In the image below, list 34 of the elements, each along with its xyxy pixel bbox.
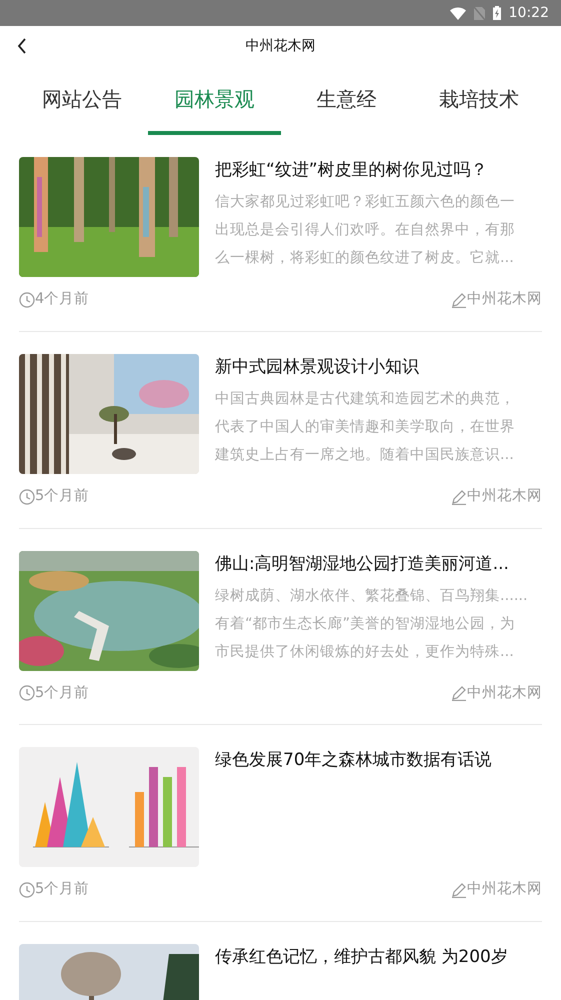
article-time: 5个月前: [35, 880, 90, 900]
category-tab[interactable]: 栽培技术: [412, 66, 545, 135]
article-title[interactable]: 绿色发展70年之森林城市数据有话说: [215, 748, 492, 772]
article-summary: 信大家都见过彩虹吧？彩虹五颜六色的颜色一出现总是会引得人们欢呼。在自然界中，有那么一棵树，将彩虹的颜色纹进了树皮。它就...: [215, 192, 516, 268]
article-author: 中州花木网: [467, 880, 542, 900]
article-time: 4个月前: [35, 290, 90, 309]
clock-icon: [19, 292, 35, 308]
wifi-icon: [450, 6, 466, 20]
no-sim-icon: [474, 6, 485, 20]
pencil-icon: [451, 685, 467, 702]
status-time: 10:22: [508, 4, 549, 22]
article-author: 中州花木网: [467, 486, 542, 506]
article-title[interactable]: 佛山:高明智湖湿地公园打造美丽河道...: [215, 552, 528, 576]
clock-icon: [19, 685, 35, 702]
pencil-icon: [451, 882, 467, 898]
article-title[interactable]: 新中式园林景观设计小知识: [215, 354, 528, 379]
battery-charging-icon: [492, 6, 501, 20]
article-summary: 中国古典园林是古代建筑和造园艺术的典范，代表了中国人的审美情趣和美学取向，在世界建筑史上占有一席之地。随着中国民族意识...: [215, 390, 516, 465]
article-time: 5个月前: [35, 684, 90, 702]
article-title[interactable]: 把彩虹“纹进”树皮里的树你见过吗？: [215, 158, 528, 182]
article-author: 中州花木网: [467, 290, 542, 309]
clock-icon: [19, 882, 35, 898]
article-author: 中州花木网: [467, 684, 542, 702]
page-title: 中州花木网: [246, 36, 316, 56]
category-tab[interactable]: 生意经: [280, 66, 413, 135]
article-summary: 绿树成荫、湖水依伴、繁花叠锦、百鸟翔集......有着“都市生态长廊”美誉的智湖湿地公园，为市民提供了休闲锻炼的好去处，更作为特殊...: [215, 586, 528, 662]
article-time: 5个月前: [35, 486, 90, 506]
category-tab[interactable]: 园林景观: [148, 66, 280, 135]
clock-icon: [19, 488, 35, 505]
pencil-icon: [451, 292, 467, 308]
category-tab[interactable]: 网站公告: [16, 66, 148, 135]
back-icon: [17, 38, 27, 54]
pencil-icon: [451, 488, 467, 505]
article-title[interactable]: 传承红色记忆，维护古都风貌 为200岁: [215, 945, 508, 969]
